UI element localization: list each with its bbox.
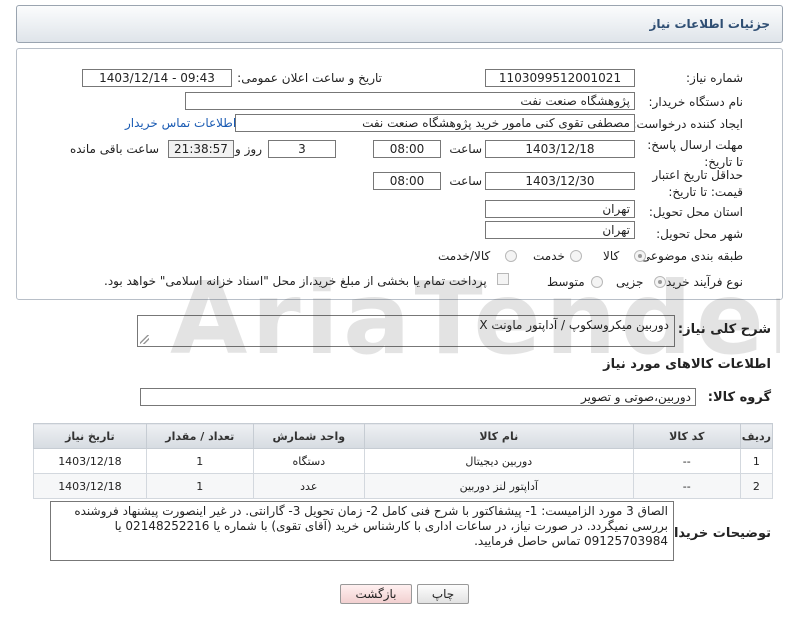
buyer-label: نام دستگاه خریدار: xyxy=(648,95,744,109)
creator-field: مصطفی تقوی کنی مامور خرید پژوهشگاه صنعت … xyxy=(235,114,635,132)
cell-name: آداپتور لنز دوربین xyxy=(363,473,634,499)
cell-code: -- xyxy=(632,448,741,474)
summary-textarea[interactable]: دوربین میکروسکوپ / آداپتور ماونت X xyxy=(137,315,675,347)
validity-time-field: 08:00 xyxy=(373,172,441,190)
process-label: نوع فرآیند خرید : xyxy=(658,275,743,289)
need-number-field: 1103099512001021 xyxy=(485,69,635,87)
table-header-row: ردیف کد کالا نام کالا واحد شمارش تعداد /… xyxy=(33,423,774,449)
col-header-name: نام کالا xyxy=(363,423,634,449)
city-label: شهر محل تحویل: xyxy=(656,227,743,241)
payment-note: پرداخت تمام یا بخشی از مبلغ خرید،از محل … xyxy=(104,274,487,288)
category-option-goods-service: کالا/خدمت xyxy=(438,249,491,263)
deadline-time-field: 08:00 xyxy=(373,140,441,158)
deadline-date-field: 1403/12/18 xyxy=(485,140,635,158)
cell-row: 2 xyxy=(739,473,774,499)
category-option-goods: کالا xyxy=(603,249,620,263)
validity-time-label: ساعت xyxy=(449,174,482,188)
col-header-code: کد کالا xyxy=(632,423,741,449)
need-number-label: شماره نیاز: xyxy=(686,71,743,85)
city-field: تهران xyxy=(485,221,635,239)
page-title: جزئیات اطلاعات نیاز xyxy=(649,17,770,31)
buyer-notes-text: الصاق 3 مورد الزامیست: 1- پیشفاکتور با ش… xyxy=(74,504,668,548)
cell-code: -- xyxy=(632,473,741,499)
process-option-medium: متوسط xyxy=(547,275,585,289)
announce-label: تاریخ و ساعت اعلان عمومی: xyxy=(237,71,382,85)
process-radio-minor[interactable] xyxy=(654,276,666,288)
remaining-time-field: 21:38:57 xyxy=(168,140,234,158)
cell-qty: 1 xyxy=(145,473,254,499)
buyer-notes-label: توضیحات خریدار: xyxy=(661,526,771,541)
col-header-date: تاریخ نیاز xyxy=(33,423,147,449)
validity-date-field: 1403/12/30 xyxy=(485,172,635,190)
cell-qty: 1 xyxy=(145,448,254,474)
col-header-qty: تعداد / مقدار xyxy=(145,423,254,449)
category-option-service: خدمت xyxy=(533,249,565,263)
validity-label: حداقل تاریخ اعتبار قیمت: تا تاریخ: xyxy=(652,168,743,199)
cell-date: 1403/12/18 xyxy=(33,448,147,474)
goods-table: ردیف کد کالا نام کالا واحد شمارش تعداد /… xyxy=(33,423,774,499)
goods-group-field: دوربین،صوتی و تصویر xyxy=(140,388,696,406)
summary-label: شرح کلی نیاز: xyxy=(677,322,771,337)
days-field: 3 xyxy=(268,140,336,158)
process-option-minor: جزیی xyxy=(616,275,644,289)
category-radio-service[interactable] xyxy=(570,250,582,262)
cell-date: 1403/12/18 xyxy=(33,473,147,499)
resize-grip-icon[interactable] xyxy=(140,335,149,344)
buyer-contact-link[interactable]: اطلاعات تماس خریدار xyxy=(125,116,236,130)
buyer-field: پژوهشگاه صنعت نفت xyxy=(185,92,635,110)
table-row: 1 -- دوربین دیجیتال دستگاه 1 1403/12/18 xyxy=(33,448,774,474)
category-label: طبقه بندی موضوعی: xyxy=(636,249,743,263)
province-label: استان محل تحویل: xyxy=(648,205,743,219)
back-button[interactable]: بازگشت xyxy=(340,584,412,604)
process-radio-medium[interactable] xyxy=(591,276,603,288)
creator-label: ایجاد کننده درخواست: xyxy=(632,117,743,131)
col-header-unit: واحد شمارش xyxy=(252,423,365,449)
col-header-row: ردیف xyxy=(739,423,774,449)
buyer-notes-box: الصاق 3 مورد الزامیست: 1- پیشفاکتور با ش… xyxy=(50,501,674,561)
remaining-label: ساعت باقی مانده xyxy=(69,142,159,156)
summary-text: دوربین میکروسکوپ / آداپتور ماونت X xyxy=(479,318,669,332)
print-button[interactable]: چاپ xyxy=(417,584,469,604)
days-label: روز و xyxy=(235,142,262,156)
goods-section-title: اطلاعات کالاهای مورد نیاز xyxy=(603,357,771,372)
cell-row: 1 xyxy=(739,448,774,474)
category-radio-goods-service[interactable] xyxy=(505,250,517,262)
category-radio-goods[interactable] xyxy=(634,250,646,262)
goods-group-label: گروه کالا: xyxy=(707,390,771,405)
cell-unit: دستگاه xyxy=(252,448,365,474)
province-field: تهران xyxy=(485,200,635,218)
announce-field: 1403/12/14 - 09:43 xyxy=(82,69,232,87)
cell-name: دوربین دیجیتال xyxy=(363,448,634,474)
page-header: جزئیات اطلاعات نیاز xyxy=(16,5,783,43)
deadline-label: مهلت ارسال پاسخ: تا تاریخ: xyxy=(647,138,743,169)
table-row: 2 -- آداپتور لنز دوربین عدد 1 1403/12/18 xyxy=(33,473,774,499)
deadline-time-label: ساعت xyxy=(449,142,482,156)
payment-checkbox[interactable] xyxy=(497,273,509,285)
cell-unit: عدد xyxy=(252,473,365,499)
